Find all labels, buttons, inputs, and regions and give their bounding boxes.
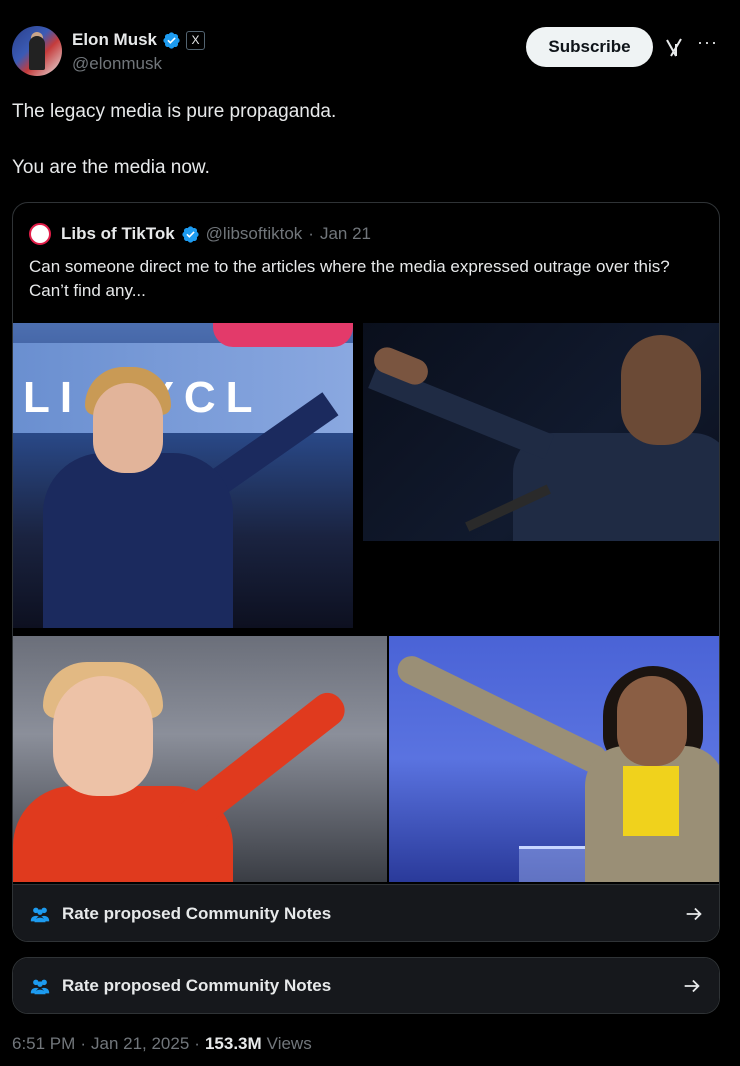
tweet-text-line-2: You are the media now. bbox=[12, 157, 210, 178]
quoted-date[interactable]: Jan 21 bbox=[320, 224, 371, 244]
tweet-metadata: 6:51 PM · Jan 21, 2025 · 153.3M Views bbox=[12, 1034, 312, 1054]
media-photo-top-left[interactable]: LI RYCL bbox=[13, 323, 353, 628]
community-notes-label: Rate proposed Community Notes bbox=[62, 975, 332, 995]
author-handle[interactable]: @elonmusk bbox=[72, 54, 205, 74]
author-name[interactable]: Elon Musk bbox=[72, 30, 157, 50]
meta-separator: · bbox=[80, 1034, 86, 1053]
subscribe-button[interactable]: Subscribe bbox=[526, 27, 653, 67]
quoted-tweet[interactable]: Libs of TikTok @libsoftiktok · Jan 21 Ca… bbox=[12, 202, 720, 942]
community-notes-icon bbox=[30, 979, 50, 994]
views-label: Views bbox=[266, 1034, 312, 1053]
tweet-text-line-1: The legacy media is pure propaganda. bbox=[12, 101, 337, 122]
arrow-right-icon bbox=[684, 979, 700, 992]
more-options-icon[interactable]: ··· bbox=[697, 32, 718, 53]
author-info: Elon Musk X @elonmusk bbox=[72, 28, 206, 74]
community-notes-button[interactable]: Rate proposed Community Notes bbox=[13, 958, 719, 1013]
quoted-author-handle[interactable]: @libsoftiktok bbox=[206, 224, 303, 244]
verified-badge-icon bbox=[163, 31, 180, 49]
quoted-community-notes-button[interactable]: Rate proposed Community Notes bbox=[13, 884, 719, 941]
x-affiliate-badge-icon: X bbox=[186, 30, 206, 50]
quoted-tweet-text: Can someone direct me to the articles wh… bbox=[29, 257, 670, 300]
tweet-text: The legacy media is pure propaganda. You… bbox=[12, 98, 728, 182]
quoted-author-name[interactable]: Libs of TikTok bbox=[61, 224, 175, 244]
views-count: 153.3M bbox=[204, 1034, 262, 1053]
tweet-header: Elon Musk X @elonmusk Subscribe ··· bbox=[12, 26, 728, 78]
quoted-author-avatar[interactable] bbox=[29, 223, 51, 245]
tweet-date[interactable]: Jan 21, 2025 bbox=[91, 1034, 189, 1054]
community-notes-label: Rate proposed Community Notes bbox=[62, 903, 332, 923]
author-avatar[interactable] bbox=[12, 26, 62, 76]
grok-icon[interactable] bbox=[662, 36, 686, 60]
community-notes-icon bbox=[30, 907, 50, 922]
quoted-separator: · bbox=[308, 224, 314, 243]
quoted-media-collage[interactable]: LI RYCL bbox=[13, 323, 719, 883]
arrow-right-icon bbox=[686, 907, 702, 920]
media-photo-bottom-right[interactable] bbox=[389, 636, 719, 882]
meta-separator: · bbox=[194, 1034, 200, 1053]
media-photo-top-right[interactable] bbox=[363, 323, 719, 541]
tweet-time[interactable]: 6:51 PM bbox=[12, 1034, 75, 1054]
media-photo-bottom-left[interactable] bbox=[13, 636, 387, 882]
quoted-tweet-header: Libs of TikTok @libsoftiktok · Jan 21 bbox=[29, 223, 371, 245]
quoted-verified-badge-icon bbox=[182, 225, 199, 243]
community-notes-card[interactable]: Rate proposed Community Notes bbox=[12, 957, 720, 1014]
